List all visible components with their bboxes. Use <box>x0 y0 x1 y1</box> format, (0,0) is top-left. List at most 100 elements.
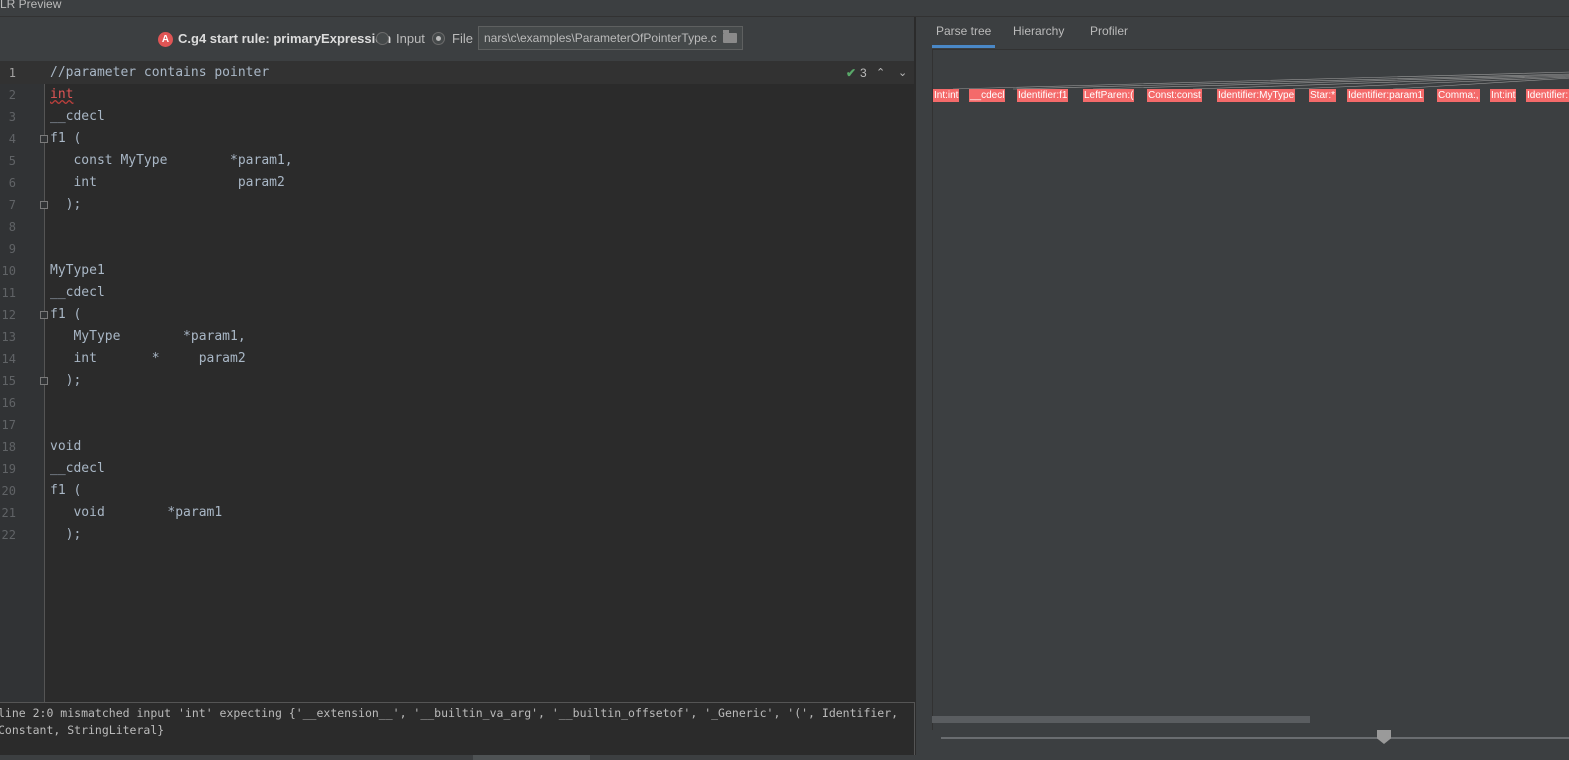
line-number: 20 <box>1 484 16 498</box>
chevron-up-icon[interactable]: ⌃ <box>876 62 885 84</box>
parse-tree-canvas[interactable]: Int:int __cdecl Identifier:f1 LeftParen:( Co… <box>932 49 1569 730</box>
console-line-1: line 2:0 mismatched input 'int' expectin… <box>0 706 899 720</box>
code-line[interactable]: 18 void <box>0 436 914 458</box>
line-number: 22 <box>1 528 16 542</box>
console-line-2: Constant, StringLiteral} <box>0 723 165 737</box>
line-number: 7 <box>8 198 16 212</box>
code-line[interactable]: 9 <box>0 238 914 260</box>
parse-tree-token[interactable]: Identifier:f1 <box>1017 89 1069 102</box>
tab-profiler[interactable]: Profiler <box>1086 17 1132 48</box>
check-icon: ✔ <box>846 66 857 80</box>
parse-panel: Parse tree Hierarchy Profiler Int:int __c… <box>915 17 1569 760</box>
parse-tree-token[interactable]: Identifier: <box>1526 89 1569 102</box>
fold-marker-icon[interactable] <box>40 377 48 385</box>
code-line[interactable]: 17 <box>0 414 914 436</box>
inspection-widget[interactable]: ✔ 3 ⌃ ⌄ <box>836 62 914 84</box>
code-line[interactable]: 5 const MyType *param1, <box>0 150 914 172</box>
line-number: 18 <box>1 440 16 454</box>
code-text: f1 ( <box>50 483 82 498</box>
bottom-strip <box>0 755 1569 760</box>
code-line[interactable]: 6 int param2 <box>0 172 914 194</box>
code-text: //parameter contains pointer <box>50 65 270 80</box>
line-number: 12 <box>1 308 16 322</box>
line-number: 13 <box>1 330 16 344</box>
code-line[interactable]: 8 <box>0 216 914 238</box>
line-number: 14 <box>1 352 16 366</box>
line-number: 21 <box>1 506 16 520</box>
start-rule-label: C.g4 start rule: primaryExpression <box>178 31 392 46</box>
code-line[interactable]: 16 <box>0 392 914 414</box>
code-text: MyType1 <box>50 263 105 278</box>
title-bar: LR Preview <box>0 0 1569 17</box>
code-text: ); <box>50 197 82 212</box>
code-text: f1 ( <box>50 307 82 322</box>
tab-hierarchy[interactable]: Hierarchy <box>1009 17 1068 48</box>
folder-icon[interactable] <box>723 30 737 43</box>
code-text: __cdecl <box>50 461 105 476</box>
code-line[interactable]: 11 __cdecl <box>0 282 914 304</box>
code-line[interactable]: 4 f1 ( <box>0 128 914 150</box>
input-radio[interactable] <box>376 32 389 45</box>
line-number: 11 <box>1 286 16 300</box>
code-line[interactable]: 20 f1 ( <box>0 480 914 502</box>
code-text: __cdecl <box>50 109 105 124</box>
parse-tree-token[interactable]: LeftParen:( <box>1083 89 1135 102</box>
bottom-scroll-thumb[interactable] <box>473 755 590 760</box>
code-editor[interactable]: 1 //parameter contains pointer 2 int 3 __cdec… <box>0 62 914 702</box>
antlr-error-icon: A <box>158 32 173 47</box>
tab-parse-tree[interactable]: Parse tree <box>932 17 996 48</box>
code-line[interactable]: 1 //parameter contains pointer <box>0 62 914 84</box>
line-number: 1 <box>8 66 16 80</box>
error-console: line 2:0 mismatched input 'int' expectin… <box>0 702 915 757</box>
parse-tree-token[interactable]: Int:int <box>1490 89 1517 102</box>
code-line[interactable]: 21 void *param1 <box>0 502 914 524</box>
tree-edges <box>952 71 1569 90</box>
code-line[interactable]: 12 f1 ( <box>0 304 914 326</box>
parse-tree-token[interactable]: Identifier:MyType <box>1217 89 1296 102</box>
file-radio[interactable] <box>432 32 445 45</box>
code-text: __cdecl <box>50 285 105 300</box>
code-line[interactable]: 19 __cdecl <box>0 458 914 480</box>
fold-marker-icon[interactable] <box>40 311 48 319</box>
horizontal-scrollbar[interactable] <box>932 716 1310 723</box>
parse-tree-token[interactable]: Comma:, <box>1437 89 1480 102</box>
fold-marker-icon[interactable] <box>40 135 48 143</box>
editor-panel: A C.g4 start rule: primaryExpression Inp… <box>0 17 915 760</box>
line-number: 10 <box>1 264 16 278</box>
code-line[interactable]: 7 ); <box>0 194 914 216</box>
zoom-slider[interactable] <box>941 737 1569 739</box>
code-text: int param2 <box>50 175 285 190</box>
line-number: 4 <box>8 132 16 146</box>
code-text: void *param1 <box>50 505 223 520</box>
parse-tree-token[interactable]: Star:* <box>1309 89 1337 102</box>
code-line[interactable]: 10 MyType1 <box>0 260 914 282</box>
window-title: LR Preview <box>0 0 62 11</box>
code-text: void <box>50 439 82 454</box>
code-text: int * param2 <box>50 351 246 366</box>
code-line[interactable]: 22 ); <box>0 524 914 546</box>
code-text: f1 ( <box>50 131 82 146</box>
code-line[interactable]: 13 MyType *param1, <box>0 326 914 348</box>
code-text: ); <box>50 373 82 388</box>
file-radio-label[interactable]: File <box>452 31 473 46</box>
file-path-text: nars\c\examples\ParameterOfPointerType.c <box>484 31 717 45</box>
code-text: ); <box>50 527 82 542</box>
line-number: 8 <box>8 220 16 234</box>
code-line[interactable]: 3 __cdecl <box>0 106 914 128</box>
code-line[interactable]: 14 int * param2 <box>0 348 914 370</box>
code-line[interactable]: 15 ); <box>0 370 914 392</box>
line-number: 3 <box>8 110 16 124</box>
zoom-slider-thumb[interactable] <box>1377 730 1391 744</box>
chevron-down-icon[interactable]: ⌄ <box>898 62 907 84</box>
parse-tree-token[interactable]: __cdecl <box>969 89 1006 102</box>
line-number: 9 <box>8 242 16 256</box>
file-path-field[interactable]: nars\c\examples\ParameterOfPointerType.c <box>478 26 743 50</box>
code-line[interactable]: 2 int <box>0 84 914 106</box>
fold-marker-icon[interactable] <box>40 201 48 209</box>
line-number: 6 <box>8 176 16 190</box>
line-number: 16 <box>1 396 16 410</box>
parse-tree-token[interactable]: Int:int <box>933 89 960 102</box>
input-radio-label[interactable]: Input <box>396 31 425 46</box>
parse-tree-token[interactable]: Const:const <box>1147 89 1202 102</box>
parse-tree-token[interactable]: Identifier:param1 <box>1347 89 1425 102</box>
